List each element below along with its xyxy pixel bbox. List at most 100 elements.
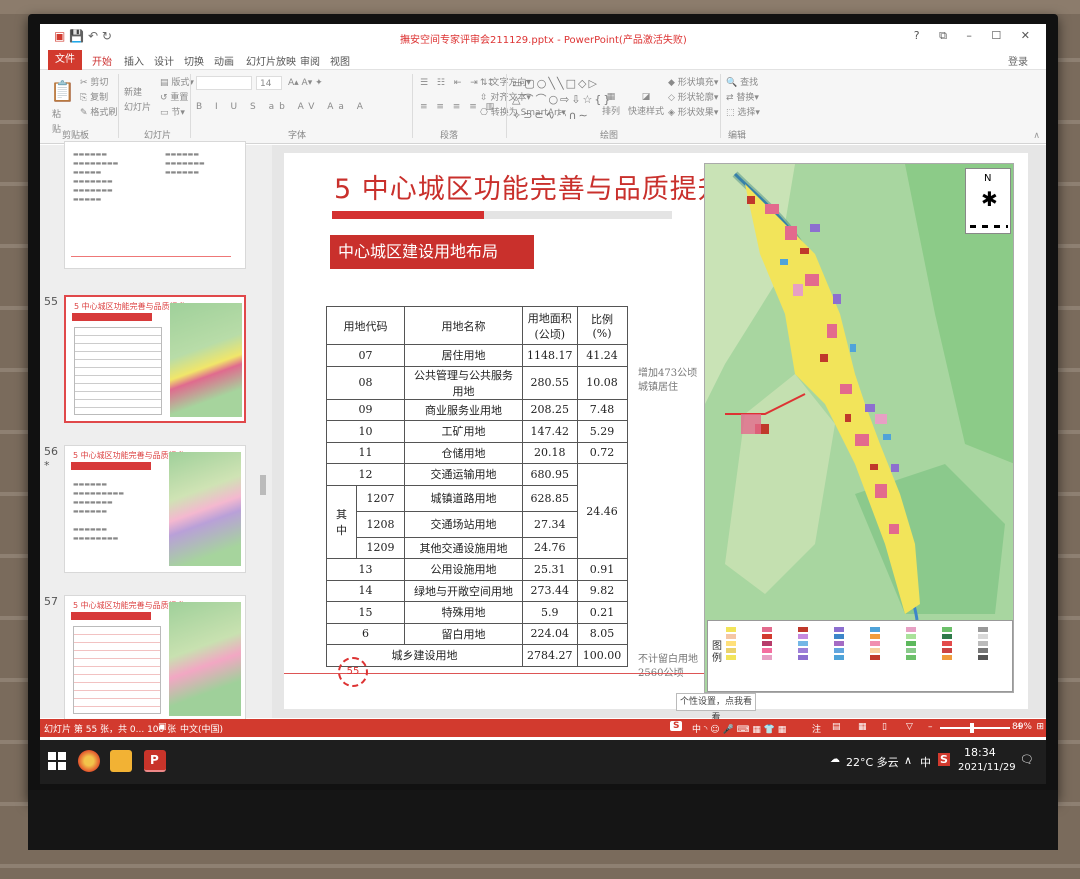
language-status[interactable]: 中文(中国)	[180, 722, 223, 735]
paste-label[interactable]: 粘贴	[52, 108, 61, 138]
tab-view[interactable]: 视图	[330, 53, 350, 68]
notification-icon[interactable]: 🗨	[1020, 753, 1034, 766]
ime-indicator[interactable]: 中	[920, 754, 931, 770]
paste-button[interactable]: 📋	[50, 81, 75, 101]
replace-button[interactable]: ⇄ 替换▾	[726, 91, 786, 106]
legend-label: 图例	[712, 641, 722, 664]
font-name-box[interactable]	[196, 76, 252, 90]
tab-file[interactable]: 文件	[48, 50, 82, 70]
slides-group-label: 幻灯片	[144, 131, 172, 141]
ime-tooltip[interactable]: 个性设置，点我看看	[676, 693, 756, 723]
clock-time[interactable]: 18:34	[964, 746, 996, 759]
header-area: 用地面积(公顷)	[522, 306, 578, 345]
slideshow-view-icon[interactable]: ▽	[906, 722, 913, 732]
header-pct: 比例(%)	[576, 306, 628, 345]
find-button[interactable]: 🔍 查找	[726, 76, 786, 91]
thumbnail-text: ▬▬▬▬▬▬ ▬▬▬▬▬▬▬▬ ▬▬▬▬▬ ▬▬▬▬▬▬▬ ▬▬▬▬▬▬▬ ▬▬▬▬▬	[73, 151, 119, 203]
status-bar: 幻灯片 第 55 张，共 0... 100 张 ▣ 中文(中国) S 中 ◝ ☺…	[40, 719, 1046, 737]
editing-group: 🔍 查找 ⇄ 替换▾ ⬚ 选择▾	[726, 76, 786, 121]
reserve-land-note[interactable]: 不计留白用地2560公顷	[638, 653, 700, 681]
thumbnail-number: 57	[44, 595, 58, 608]
fit-slide-icon[interactable]: ⊞	[1036, 722, 1044, 732]
land-use-table[interactable]: 用地代码 用地名称 用地面积(公顷) 比例(%) 07 居住用地 1148.17 41…	[326, 306, 628, 667]
quick-styles-button[interactable]: ◪ 快速样式	[628, 90, 664, 120]
sogou-tray-icon[interactable]: S	[938, 753, 950, 766]
tray-chevron-icon[interactable]: ∧	[904, 754, 912, 767]
font-size-box[interactable]: 14	[256, 76, 282, 90]
powerpoint-taskbar-icon[interactable]: P	[144, 750, 166, 772]
redo-icon[interactable]: ↻	[102, 29, 112, 43]
map-legend: 图例	[707, 620, 1013, 692]
ribbon-tabs: 文件 开始 插入 设计 切换 动画 幻灯片放映 审阅 视图 登录	[40, 50, 1046, 70]
collapse-ribbon-icon[interactable]: ∧	[1033, 131, 1040, 141]
clock-date[interactable]: 2021/11/29	[958, 762, 1016, 773]
app-icon: ▣	[54, 29, 66, 43]
table-row: 12 交通运输用地 680.95 24.46	[326, 463, 628, 559]
thumbnail-55[interactable]: 5 中心城区功能完善与品质提升	[64, 295, 246, 423]
tab-animations[interactable]: 动画	[214, 53, 234, 68]
reading-view-icon[interactable]: ▯	[882, 722, 887, 732]
font-grow-shrink[interactable]: A▴ A▾ ✦	[288, 76, 323, 91]
table-total-row: 城乡建设用地 2784.27 100.00	[326, 644, 628, 667]
browser-icon[interactable]	[78, 750, 100, 772]
tab-design[interactable]: 设计	[154, 53, 174, 68]
land-use-map[interactable]: N ✱ 图例	[704, 163, 1014, 693]
thumbnail-map	[170, 303, 242, 417]
slide-thumbnails-pane: ▬▬▬▬▬▬ ▬▬▬▬▬▬▬▬ ▬▬▬▬▬ ▬▬▬▬▬▬▬ ▬▬▬▬▬▬▬ ▬▬▬▬▬ ▬…	[40, 141, 272, 723]
weather-status[interactable]: 22°C 多云	[846, 754, 899, 770]
tab-slideshow[interactable]: 幻灯片放映	[246, 53, 296, 68]
table-row: 07 居住用地 1148.17 41.24	[326, 344, 628, 367]
clipboard-group-label: 剪贴板	[62, 131, 90, 141]
table-row: 13 公用设施用地 25.31 0.91	[326, 558, 628, 581]
new-slide-button[interactable]: 新建 幻灯片	[124, 86, 154, 116]
normal-view-icon[interactable]: ▤	[832, 722, 841, 732]
residential-note[interactable]: 增加473公顷城镇居住	[638, 367, 698, 395]
font-group-label: 字体	[288, 131, 307, 141]
shapes-gallery[interactable]: ▭▢○╲╲□◇▷ △⌒⌒○⇨⇩☆{} ✧⊃⊂∿◠∩∼	[512, 76, 610, 130]
table-row: 09 商业服务业用地 208.25 7.48	[326, 398, 628, 421]
table-row: 11 仓储用地 20.18 0.72	[326, 441, 628, 464]
slide-subtitle[interactable]: 中心城区建设用地布局	[330, 235, 534, 269]
zoom-slider[interactable]	[940, 727, 1010, 729]
windows-start-icon[interactable]	[48, 752, 66, 770]
thumbnail-56[interactable]: 5 中心城区功能完善与品质提升 ▬▬▬▬▬▬ ▬▬▬▬▬▬▬▬▬ ▬▬▬▬▬▬▬ ▬▬…	[64, 445, 246, 573]
select-button[interactable]: ⬚ 选择▾	[726, 106, 786, 121]
save-icon[interactable]: 💾	[69, 29, 84, 43]
notes-button[interactable]: 注	[812, 722, 821, 735]
undo-icon[interactable]: ↶	[88, 29, 98, 43]
table-header-row: 用地代码 用地名称 用地面积(公顷) 比例(%)	[326, 306, 628, 345]
tab-insert[interactable]: 插入	[124, 53, 144, 68]
sorter-view-icon[interactable]: ▦	[858, 722, 867, 732]
file-explorer-icon[interactable]	[110, 750, 132, 772]
thumbnail-title: 5 中心城区功能完善与品质提升	[74, 302, 186, 311]
window-controls[interactable]: ? ⧉ – ☐ ✕	[914, 29, 1038, 43]
thumbnail-number: 55	[44, 295, 58, 308]
ime-logo-icon[interactable]: S	[670, 721, 683, 731]
thumbnail-54[interactable]: ▬▬▬▬▬▬ ▬▬▬▬▬▬▬▬ ▬▬▬▬▬ ▬▬▬▬▬▬▬ ▬▬▬▬▬▬▬ ▬▬▬▬▬ ▬…	[64, 141, 246, 269]
table-row: 15 特殊用地 5.9 0.21	[326, 601, 628, 624]
slide-count-status[interactable]: 幻灯片 第 55 张，共 0... 100 张	[44, 722, 176, 735]
spellcheck-icon[interactable]: ▣	[158, 722, 167, 732]
tab-transitions[interactable]: 切换	[184, 53, 204, 68]
north-arrow: N ✱	[965, 168, 1011, 234]
table-row: 14 绿地与开敞空间用地 273.44 9.82	[326, 579, 628, 602]
zoom-slider-knob[interactable]	[970, 723, 974, 733]
drawing-group-label: 绘图	[600, 131, 619, 141]
zoom-out-icon[interactable]: –	[928, 722, 933, 732]
login-link[interactable]: 登录	[1008, 53, 1028, 68]
monitor-bezel-bottom	[28, 790, 1058, 850]
tab-home[interactable]: 开始	[92, 53, 112, 68]
ime-toolbar[interactable]: 中 ◝ ☺ 🎤 ⌨ ▦ 👕 ▦	[692, 722, 786, 735]
slide-title[interactable]: 5 中心城区功能完善与品质提升	[334, 167, 726, 206]
quick-access-toolbar[interactable]: ▣ 💾 ↶ ↻	[54, 29, 112, 43]
slide-55[interactable]: 5 中心城区功能完善与品质提升 中心城区建设用地布局 用地代码 用地名称 用地面…	[284, 153, 1028, 709]
arrange-button[interactable]: ▦ 排列	[602, 90, 620, 120]
tab-review[interactable]: 审阅	[300, 53, 320, 68]
weather-icon[interactable]: ☁	[830, 754, 840, 765]
zoom-level[interactable]: 89%	[1012, 722, 1032, 732]
font-format-buttons[interactable]: B I U S ab AV Aa A	[196, 100, 368, 115]
thumbnail-number: 56	[44, 445, 58, 458]
thumbnail-57[interactable]: 5 中心城区功能完善与品质提升	[64, 595, 246, 723]
ribbon: 📋 粘贴 ✂ 剪切 ⎘ 复制 ✎ 格式刷 剪贴板 新建 幻灯片 ▤ 版式▾ ↺ 重…	[40, 70, 1046, 144]
thumbnail-scrollbar[interactable]	[260, 475, 266, 495]
